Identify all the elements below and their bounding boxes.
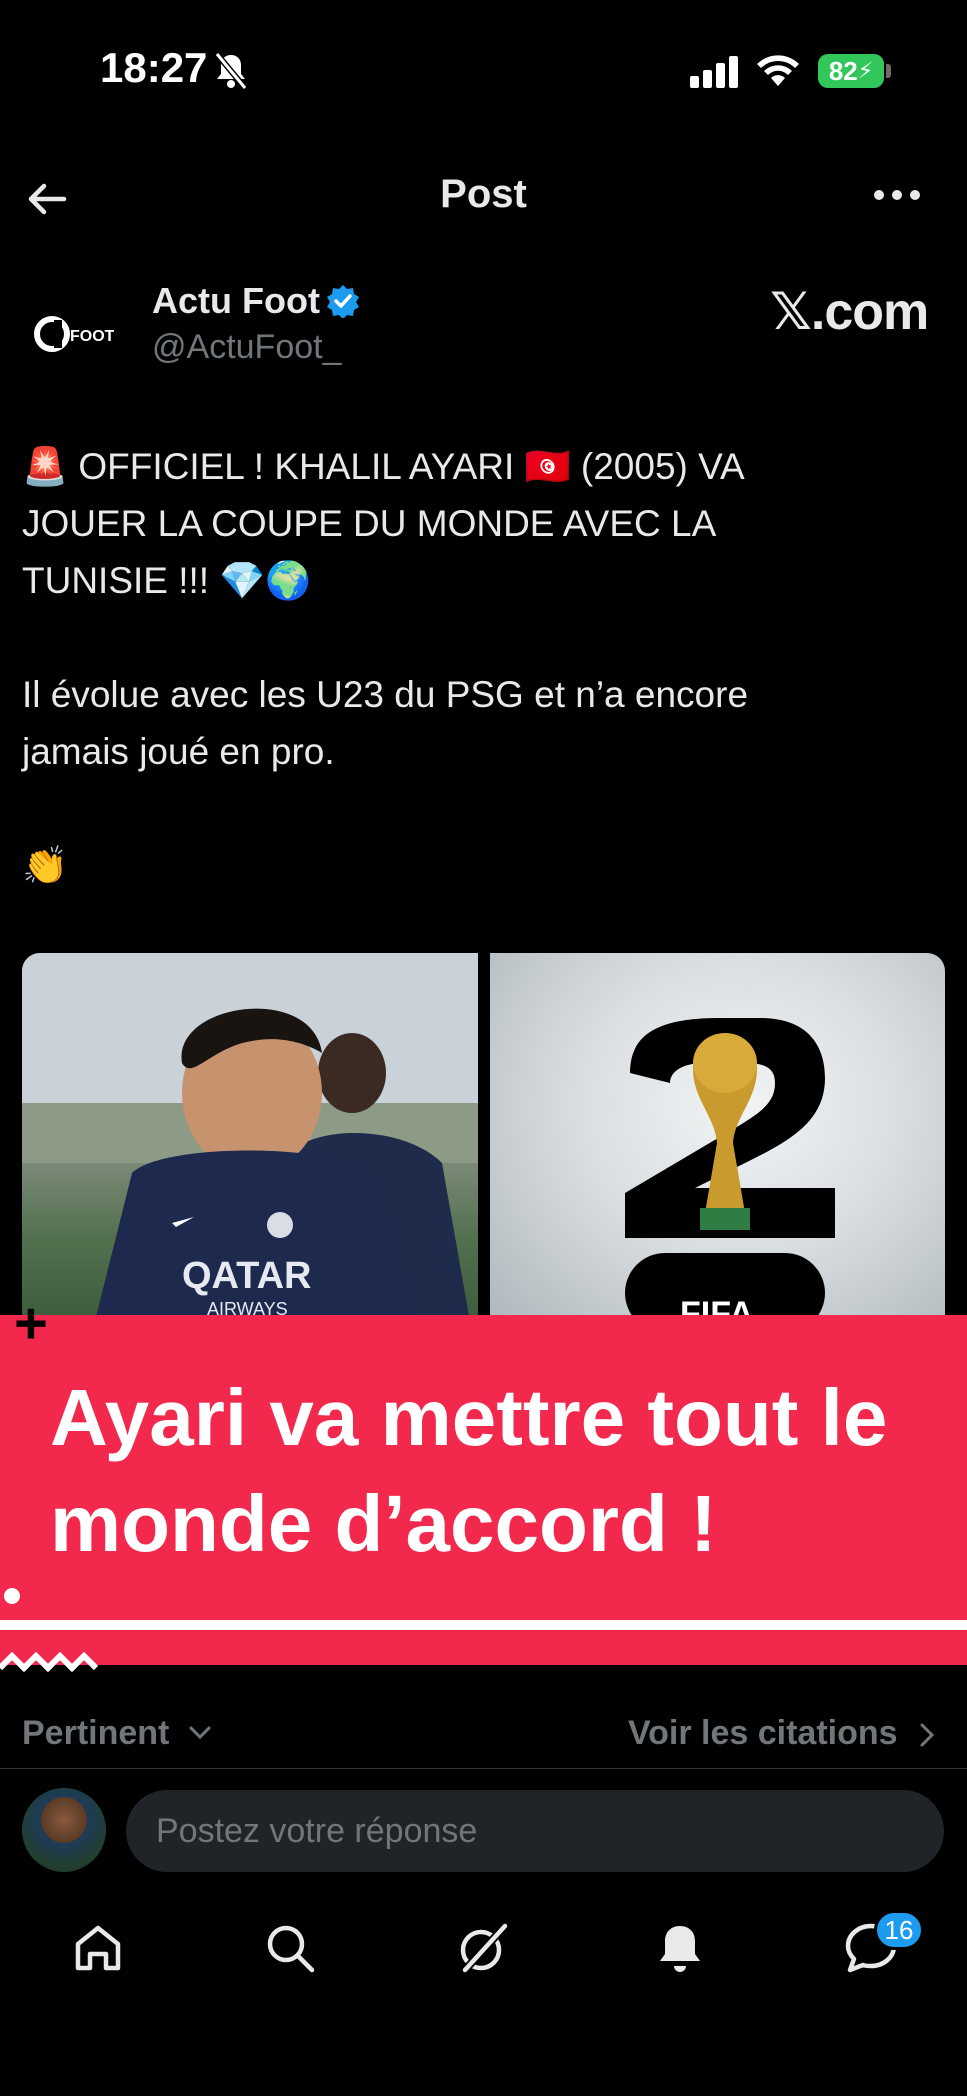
wifi-icon: [756, 52, 800, 91]
banner-dot: [4, 1588, 20, 1604]
battery-tip: [886, 64, 891, 78]
search-icon[interactable]: [262, 1920, 318, 1981]
reply-input[interactable]: [126, 1790, 944, 1872]
home-icon[interactable]: [70, 1920, 126, 1981]
battery-level: 82: [828, 55, 858, 86]
cellular-signal-icon: [690, 56, 740, 93]
notifications-bell-icon[interactable]: [652, 1920, 708, 1981]
status-time: 18:27: [100, 44, 208, 91]
bell-muted-icon: [214, 52, 248, 95]
verified-badge-icon: [326, 284, 360, 323]
banner-text: Ayari va mettre tout le monde d’accord !: [50, 1373, 888, 1568]
player-illustration: QATAR AIRWAYS: [22, 953, 478, 1333]
worldcup-logo-illustration: FIFA: [625, 1018, 835, 1333]
chevron-down-icon[interactable]: [188, 1724, 212, 1747]
post-image-player[interactable]: QATAR AIRWAYS: [22, 953, 478, 1333]
user-avatar[interactable]: [22, 1788, 106, 1872]
chevron-right-icon[interactable]: [918, 1722, 936, 1753]
post-image-worldcup[interactable]: FIFA: [490, 953, 945, 1333]
more-options-icon[interactable]: [872, 188, 922, 207]
grok-icon[interactable]: [455, 1920, 511, 1981]
post-text-line: 🚨 OFFICIEL ! KHALIL AYARI 🇹🇳 (2005) VA: [22, 446, 745, 487]
logo-text: FOOT: [70, 328, 114, 345]
banner-underline: [0, 1620, 967, 1630]
page-title: Post: [440, 172, 527, 216]
author-handle: @ActuFoot_: [152, 328, 342, 366]
post-text-line: JOUER LA COUPE DU MONDE AVEC LA: [22, 503, 717, 544]
post-text-line: jamais joué en pro.: [22, 731, 335, 772]
author-avatar[interactable]: FOOT: [22, 282, 126, 386]
divider: [0, 1768, 967, 1769]
jersey-sponsor: QATAR: [182, 1255, 311, 1297]
view-quotes-link[interactable]: Voir les citations: [628, 1714, 898, 1753]
post-text-line: Il évolue avec les U23 du PSG et n’a enc…: [22, 674, 749, 715]
source-watermark: 𝕏.com: [770, 283, 929, 341]
author-name[interactable]: Actu Foot: [152, 280, 320, 322]
sort-dropdown[interactable]: Pertinent: [22, 1714, 169, 1753]
messages-badge: 16: [874, 1910, 924, 1950]
plus-icon: +: [14, 1291, 48, 1356]
post-text-line: 👏: [22, 845, 69, 886]
battery-indicator: 82 ⚡: [818, 54, 884, 88]
post-text-line: TUNISIE !!! 💎🌍: [22, 560, 312, 601]
zigzag-decoration: [0, 1646, 100, 1681]
